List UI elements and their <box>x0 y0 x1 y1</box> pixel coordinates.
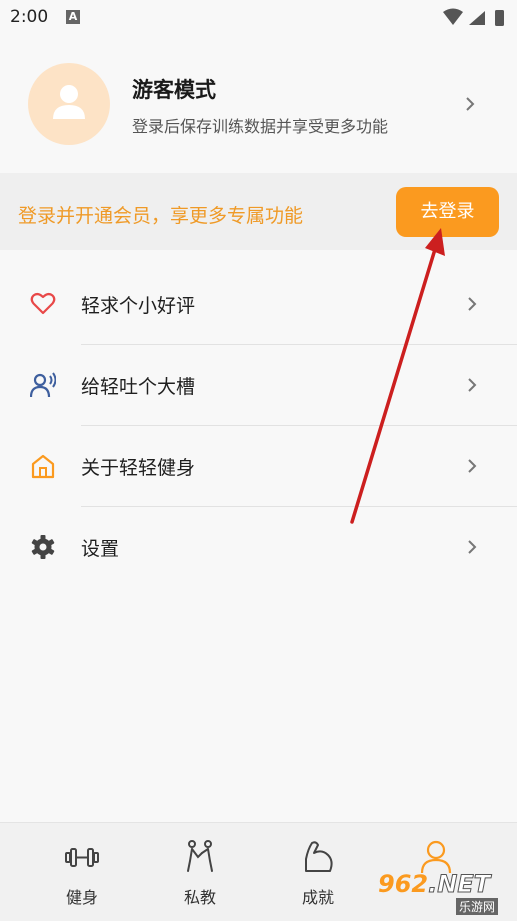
gear-icon <box>31 535 55 559</box>
member-banner: 登录并开通会员，享更多专属功能 去登录 <box>0 173 517 250</box>
menu-item-settings[interactable]: 设置 <box>0 507 517 588</box>
coach-icon <box>187 840 213 872</box>
tab-label: 健身 <box>65 888 98 907</box>
chevron-right-icon <box>468 540 477 554</box>
chevron-right-icon <box>468 297 477 311</box>
chevron-right-icon <box>468 459 477 473</box>
tab-label: 成就 <box>301 888 334 907</box>
user-icon <box>53 85 85 119</box>
achievement-icon <box>305 841 333 872</box>
watermark-logo: 962.NET 乐游网 <box>378 870 513 916</box>
notification-a-icon: A <box>66 10 80 24</box>
feedback-icon <box>30 372 56 398</box>
tab-fitness[interactable]: 健身 <box>22 823 142 921</box>
menu-item-feedback[interactable]: 给轻吐个大槽 <box>0 345 517 426</box>
watermark-sub: 乐游网 <box>456 898 499 915</box>
home-icon <box>31 454 55 479</box>
signal-icon <box>469 11 485 25</box>
wifi-icon <box>443 8 463 25</box>
dumbbell-icon <box>65 848 99 867</box>
login-button[interactable]: 去登录 <box>396 187 499 237</box>
status-bar: 2:00 A <box>0 0 517 36</box>
menu-item-label: 轻求个小好评 <box>81 295 196 317</box>
profile-header[interactable]: 游客模式 登录后保存训练数据并享受更多功能 <box>0 36 517 171</box>
watermark-number: 962 <box>378 870 429 898</box>
menu-item-label: 关于轻轻健身 <box>81 457 196 479</box>
menu-item-about[interactable]: 关于轻轻健身 <box>0 426 517 507</box>
profile-name: 游客模式 <box>132 78 216 102</box>
chevron-right-icon <box>466 97 475 111</box>
tab-label: 私教 <box>183 888 216 907</box>
profile-subtitle: 登录后保存训练数据并享受更多功能 <box>132 117 389 136</box>
banner-text: 登录并开通会员，享更多专属功能 <box>18 205 304 227</box>
avatar[interactable] <box>28 63 110 145</box>
battery-icon <box>495 10 504 26</box>
tab-coach[interactable]: 私教 <box>140 823 260 921</box>
menu-list: 轻求个小好评 给轻吐个大槽 关于轻轻健身 设置 <box>0 264 517 588</box>
menu-item-label: 设置 <box>81 538 120 560</box>
menu-item-rate[interactable]: 轻求个小好评 <box>0 264 517 345</box>
watermark-net: .NET <box>428 870 491 899</box>
watermark-main: 962.NET <box>378 870 491 899</box>
status-time: 2:00 <box>10 7 49 27</box>
system-status-icons <box>443 8 504 26</box>
menu-item-label: 给轻吐个大槽 <box>81 376 196 398</box>
chevron-right-icon <box>468 378 477 392</box>
tab-achievement[interactable]: 成就 <box>258 823 378 921</box>
heart-icon <box>30 292 56 315</box>
